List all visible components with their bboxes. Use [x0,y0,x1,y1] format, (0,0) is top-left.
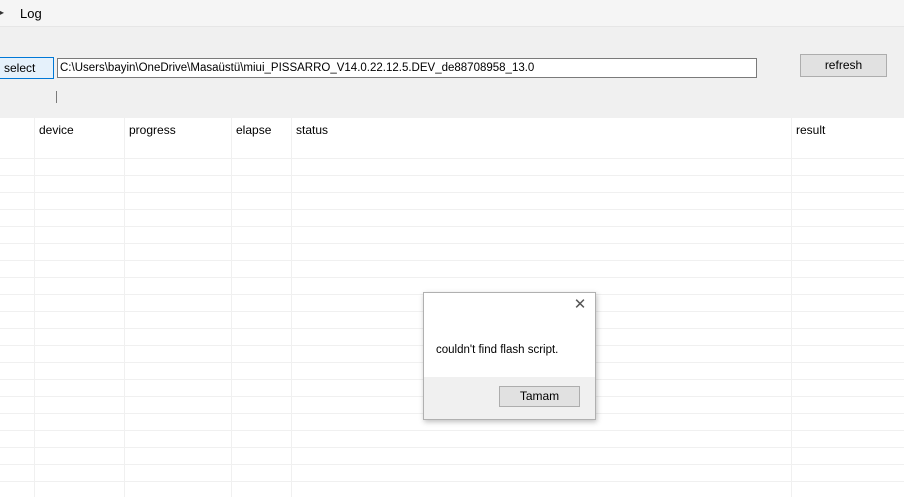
chevron-icon[interactable]: ▸ [0,5,4,19]
column-header-status[interactable]: status [296,123,328,137]
row-divider [0,430,904,431]
column-header-progress[interactable]: progress [129,123,176,137]
dialog-footer: Tamam [424,377,595,419]
row-divider [0,447,904,448]
menu-item-log[interactable]: Log [20,6,42,21]
row-divider [0,243,904,244]
select-button[interactable]: select [0,57,54,79]
path-input[interactable] [57,58,757,78]
toolbar: select refresh [0,27,904,118]
row-divider [0,260,904,261]
column-header-device[interactable]: device [39,123,74,137]
row-divider [0,277,904,278]
dialog-message: couldn't find flash script. [436,344,559,356]
refresh-button[interactable]: refresh [800,54,887,77]
row-divider [0,209,904,210]
close-icon[interactable]: ✕ [573,297,587,312]
row-divider [0,226,904,227]
row-divider [0,175,904,176]
row-divider [0,192,904,193]
row-divider [0,158,904,159]
table-header: device progress elapse status result [0,118,904,158]
message-dialog: ✕ couldn't find flash script. Tamam [423,292,596,420]
column-header-result[interactable]: result [796,123,825,137]
ok-button[interactable]: Tamam [499,386,580,407]
column-header-elapse[interactable]: elapse [236,123,271,137]
row-divider [0,481,904,482]
divider [56,91,57,103]
row-divider [0,464,904,465]
menu-bar: ▸ Log [0,0,904,27]
